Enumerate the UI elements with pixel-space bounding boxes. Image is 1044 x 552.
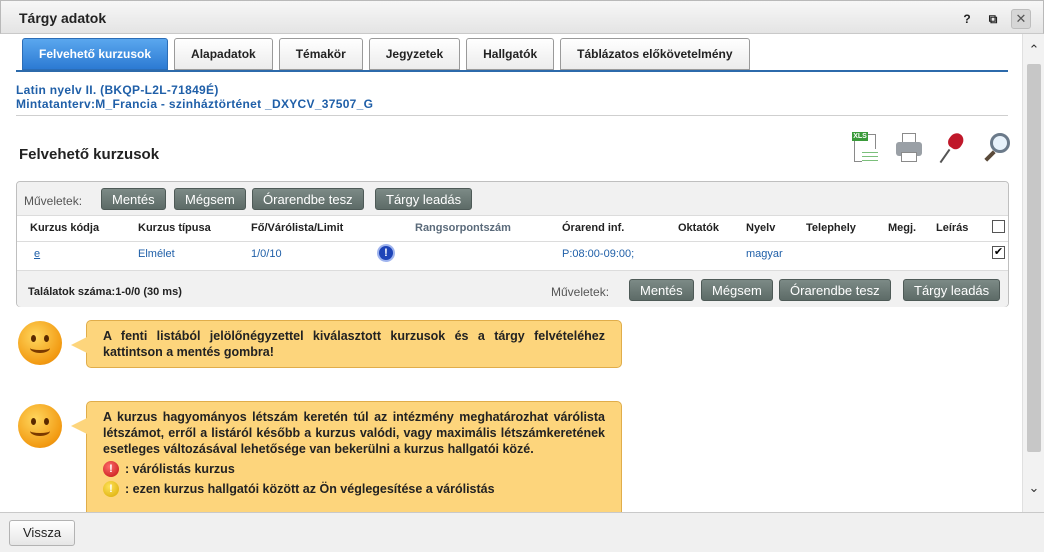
toolbar-icons: XLS bbox=[850, 130, 1012, 166]
waitlist-icon: ! bbox=[103, 461, 119, 477]
printer-icon[interactable] bbox=[894, 130, 924, 166]
legend-finalize: ! : ezen kurzus hallgatói között az Ön v… bbox=[103, 481, 605, 497]
col-fo-varolista-limit[interactable]: Fő/Várólista/Limit bbox=[251, 222, 343, 234]
warning-icon: ! bbox=[103, 481, 119, 497]
save-button[interactable]: Mentés bbox=[101, 188, 166, 210]
col-rangsorpontszam: Rangsorpontszám bbox=[415, 222, 511, 234]
excel-export-icon[interactable]: XLS bbox=[850, 130, 880, 166]
col-orarend-inf[interactable]: Órarend inf. bbox=[562, 222, 624, 234]
back-button[interactable]: Vissza bbox=[9, 520, 76, 546]
magnifier-icon[interactable] bbox=[982, 130, 1012, 166]
course-code-link[interactable]: e bbox=[34, 248, 40, 260]
tip-waitlist-text: A kurzus hagyományos létszám keretén túl… bbox=[103, 410, 605, 456]
course-table-panel: Műveletek: Mentés Mégsem Órarendbe tesz … bbox=[16, 181, 1009, 307]
course-language: magyar bbox=[746, 248, 783, 260]
cancel-button-bottom[interactable]: Mégsem bbox=[701, 279, 773, 301]
course-capacity: 1/0/10 bbox=[251, 248, 282, 260]
tab-bar: Felvehető kurzusok Alapadatok Témakör Je… bbox=[22, 38, 750, 70]
col-kurzus-tipusa[interactable]: Kurzus típusa bbox=[138, 222, 211, 234]
smiley-icon bbox=[18, 321, 62, 365]
col-nyelv[interactable]: Nyelv bbox=[746, 222, 775, 234]
course-name: Latin nyelv II. (BKQP-L2L-71849É) bbox=[16, 83, 219, 97]
section-title: Felvehető kurzusok bbox=[19, 146, 160, 163]
tip-save-text: A fenti listából jelölőnégyzettel kivála… bbox=[103, 329, 605, 359]
dialog-content: Felvehető kurzusok Alapadatok Témakör Je… bbox=[0, 34, 1022, 512]
tab-felveheto-kurzusok[interactable]: Felvehető kurzusok bbox=[22, 38, 169, 70]
help-icon[interactable]: ? bbox=[959, 11, 975, 27]
legend-waitlist-text: : várólistás kurzus bbox=[125, 462, 235, 476]
results-count: Találatok száma:1-0/0 (30 ms) bbox=[28, 286, 182, 298]
tab-temakor[interactable]: Témakör bbox=[278, 38, 363, 70]
add-to-timetable-button-bottom[interactable]: Órarendbe tesz bbox=[779, 279, 891, 301]
add-to-timetable-button[interactable]: Órarendbe tesz bbox=[252, 188, 364, 210]
window-titlebar: Tárgy adatok ? ⧉ ✕ bbox=[0, 0, 1044, 34]
window-title: Tárgy adatok bbox=[19, 10, 107, 26]
tab-tablazatos-elokovetelmeny[interactable]: Táblázatos előkövetelmény bbox=[560, 38, 750, 70]
col-megj[interactable]: Megj. bbox=[888, 222, 916, 234]
drop-subject-button-bottom[interactable]: Tárgy leadás bbox=[903, 279, 1001, 301]
save-button-bottom[interactable]: Mentés bbox=[629, 279, 694, 301]
scrollbar-thumb[interactable] bbox=[1027, 64, 1041, 452]
legend-finalize-text: : ezen kurzus hallgatói között az Ön vég… bbox=[125, 482, 495, 496]
divider bbox=[16, 115, 1008, 116]
drop-subject-button[interactable]: Tárgy leadás bbox=[375, 188, 473, 210]
smiley-icon bbox=[18, 404, 62, 448]
col-leiras[interactable]: Leírás bbox=[936, 222, 968, 234]
scroll-down-icon[interactable]: ⌄ bbox=[1026, 480, 1042, 496]
popout-icon[interactable]: ⧉ bbox=[985, 11, 1001, 27]
header-divider bbox=[17, 241, 1008, 242]
operations-bar-bottom: Találatok száma:1-0/0 (30 ms) Műveletek:… bbox=[17, 270, 1008, 307]
bottom-bar: Vissza bbox=[0, 512, 1044, 552]
course-timetable: P:08:00-09:00; bbox=[562, 248, 635, 260]
row-select-checkbox[interactable]: ✔ bbox=[992, 246, 1005, 259]
vertical-scrollbar[interactable]: ⌃ ⌄ bbox=[1022, 34, 1044, 512]
operations-label: Műveletek: bbox=[24, 194, 83, 208]
close-icon[interactable]: ✕ bbox=[1011, 9, 1031, 29]
col-kurzus-kodja[interactable]: Kurzus kódja bbox=[30, 222, 99, 234]
course-type: Elmélet bbox=[138, 248, 175, 260]
window-controls: ? ⧉ ✕ bbox=[959, 9, 1031, 29]
tab-hallgatok[interactable]: Hallgatók bbox=[466, 38, 555, 70]
tip-bubble-waitlist: A kurzus hagyományos létszám keretén túl… bbox=[71, 401, 622, 512]
info-icon[interactable]: ! bbox=[377, 244, 395, 262]
scroll-up-icon[interactable]: ⌃ bbox=[1026, 42, 1042, 58]
curriculum-name: Mintatanterv:M_Francia - szinháztörténet… bbox=[16, 97, 374, 111]
col-oktatok[interactable]: Oktatók bbox=[678, 222, 719, 234]
pin-icon[interactable] bbox=[938, 130, 968, 166]
tab-jegyzetek[interactable]: Jegyzetek bbox=[368, 38, 461, 70]
tab-underline bbox=[16, 70, 1008, 72]
col-telephely[interactable]: Telephely bbox=[806, 222, 856, 234]
operations-bar-top: Műveletek: Mentés Mégsem Órarendbe tesz … bbox=[17, 182, 1008, 216]
legend-waitlist: ! : várólistás kurzus bbox=[103, 461, 605, 477]
course-info: Latin nyelv II. (BKQP-L2L-71849É) Mintat… bbox=[16, 83, 373, 111]
tip-bubble-save: A fenti listából jelölőnégyzettel kivála… bbox=[71, 320, 622, 368]
cancel-button[interactable]: Mégsem bbox=[174, 188, 246, 210]
operations-label-bottom: Műveletek: bbox=[551, 285, 610, 299]
select-all-checkbox[interactable] bbox=[992, 220, 1005, 233]
tab-alapadatok[interactable]: Alapadatok bbox=[174, 38, 273, 70]
